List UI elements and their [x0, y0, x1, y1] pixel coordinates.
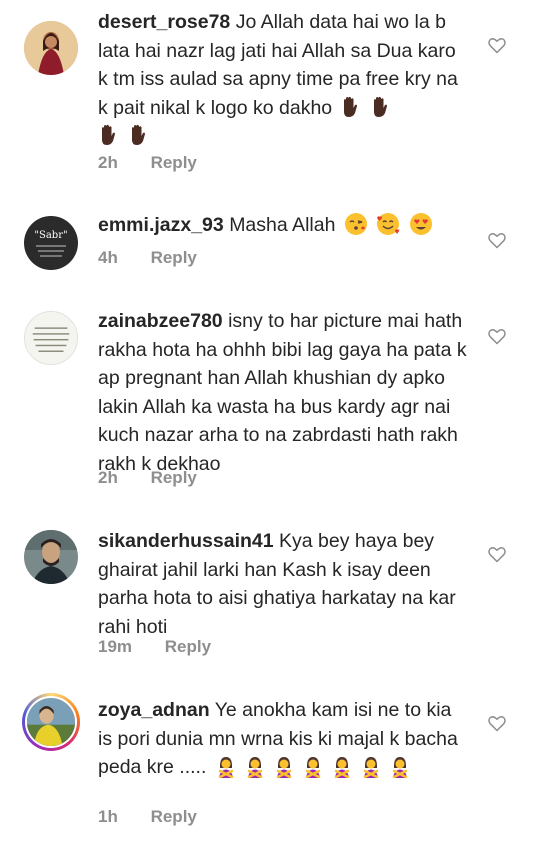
reply-button[interactable]: Reply	[151, 153, 197, 172]
comment-time: 4h	[98, 248, 118, 267]
woman-gesturing-no-icon	[272, 753, 299, 782]
comment-meta: 2h Reply	[98, 468, 197, 488]
avatar-image	[25, 696, 77, 748]
raised-hand-icon	[340, 94, 394, 123]
comment-meta: 4h Reply	[98, 248, 197, 268]
comment-text: emmi.jazx_93 Masha Allah	[98, 211, 470, 240]
comment-body: isny to har picture mai hath rakha hota …	[98, 310, 467, 475]
heart-outline-icon[interactable]	[487, 713, 507, 733]
comment-text: zoya_adnan Ye anokha kam isi ne to kia i…	[98, 696, 470, 782]
comment-time: 2h	[98, 153, 118, 172]
comment-time: 2h	[98, 468, 118, 487]
woman-gesturing-no-icon	[330, 753, 357, 782]
heart-outline-icon[interactable]	[487, 544, 507, 564]
woman-gesturing-no-icon	[214, 753, 241, 782]
reply-button[interactable]: Reply	[151, 468, 197, 487]
reply-button[interactable]: Reply	[165, 637, 211, 656]
avatar[interactable]	[24, 530, 78, 584]
heart-outline-icon[interactable]	[487, 230, 507, 250]
comment-username[interactable]: emmi.jazx_93	[98, 214, 224, 236]
comment-text: desert_rose78 Jo Allah data hai wo la b …	[98, 8, 470, 122]
avatar[interactable]	[24, 311, 78, 365]
avatar[interactable]: "Sabr"	[24, 216, 78, 270]
reply-button[interactable]: Reply	[151, 248, 197, 267]
raised-hand-icon	[98, 122, 152, 151]
comment-username[interactable]: sikanderhussain41	[98, 530, 274, 552]
avatar-text: "Sabr"	[34, 230, 67, 241]
avatar[interactable]	[24, 21, 78, 75]
comment-username[interactable]: desert_rose78	[98, 11, 230, 33]
comment-text: sikanderhussain41 Kya bey haya bey ghair…	[98, 527, 470, 641]
heart-outline-icon[interactable]	[487, 326, 507, 346]
comment-emoji-line	[98, 122, 470, 151]
heart-eyes-face-icon	[408, 211, 433, 240]
comment-time: 1h	[98, 807, 118, 826]
woman-gesturing-no-icon	[388, 753, 415, 782]
comment-time: 19m	[98, 637, 133, 656]
face-blowing-kiss-icon	[343, 211, 368, 240]
comment-meta: 2h Reply	[98, 153, 197, 173]
woman-gesturing-no-icon	[359, 753, 386, 782]
reply-button[interactable]: Reply	[151, 807, 197, 826]
comment-meta: 19m Reply	[98, 637, 211, 657]
comment-username[interactable]: zoya_adnan	[98, 699, 210, 721]
comment-text: zainabzee780 isny to har picture mai hat…	[98, 307, 470, 478]
heart-outline-icon[interactable]	[487, 35, 507, 55]
comment-body: Masha Allah	[229, 214, 336, 236]
smiling-face-with-hearts-icon	[375, 211, 400, 240]
woman-gesturing-no-icon	[301, 753, 328, 782]
avatar[interactable]	[22, 693, 80, 751]
woman-gesturing-no-icon	[243, 753, 270, 782]
comment-username[interactable]: zainabzee780	[98, 310, 223, 332]
comment-meta: 1h Reply	[98, 807, 197, 827]
